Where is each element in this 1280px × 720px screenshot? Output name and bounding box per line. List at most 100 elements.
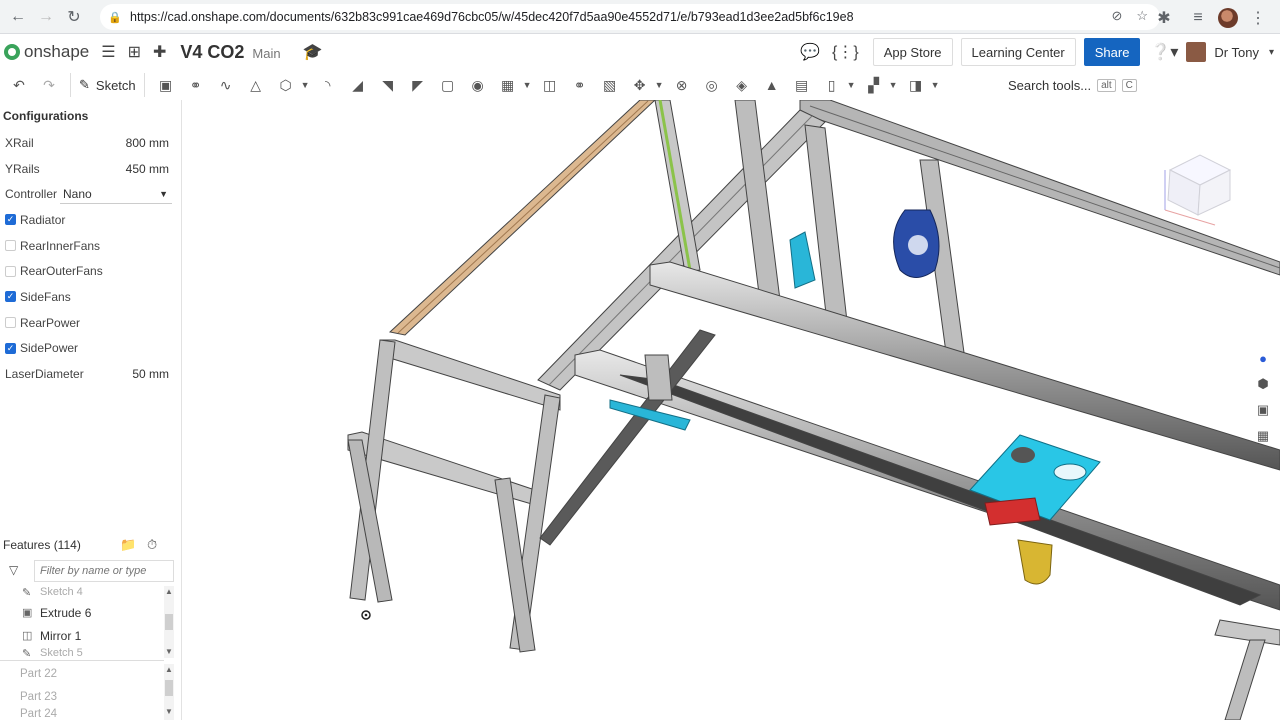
url-text[interactable]: https://cad.onshape.com/documents/632b83… [130,10,854,24]
checkbox[interactable] [5,240,16,252]
part-item[interactable]: Part 23 [0,685,164,708]
chevron-down-icon[interactable]: ▾ [1269,47,1274,58]
timer-icon[interactable]: ⏱ [147,537,157,553]
checkbox[interactable] [5,265,16,277]
model-render[interactable] [183,100,1280,720]
feature-item[interactable]: ▣ Extrude 6 [0,601,164,624]
undo-icon[interactable]: ↶ [4,73,34,97]
chevron-down-icon[interactable]: ▼ [523,80,535,90]
replace-face-icon[interactable]: ▲ [757,73,787,97]
user-avatar[interactable] [1186,42,1207,62]
mirror-icon[interactable]: ◫ [535,73,565,97]
onshape-logo[interactable]: onshape [4,42,89,62]
fillet-icon[interactable]: ◝ [313,73,343,97]
chamfer-icon[interactable]: ◢ [343,73,373,97]
search-tools-input[interactable]: Search tools... alt C [1002,73,1137,97]
config-controller[interactable]: Controller Nano ▼ [0,181,181,207]
chevron-down-icon[interactable]: ▼ [164,707,174,716]
config-option-sidepower[interactable]: ✓ SidePower [0,336,181,362]
chevron-down-icon[interactable]: ▼ [931,80,943,90]
chevron-up-icon[interactable]: ▲ [164,665,174,674]
chevron-down-icon[interactable]: ▼ [301,80,313,90]
transform-icon[interactable]: ✥ [625,73,655,97]
profile-avatar[interactable] [1218,8,1238,28]
scroll-thumb[interactable] [165,680,173,696]
split-icon[interactable]: ▧ [595,73,625,97]
redo-icon[interactable]: ↷ [34,73,64,97]
app-store-button[interactable]: App Store [872,38,953,66]
controller-select[interactable]: Nano ▼ [60,184,172,205]
hole-icon[interactable]: ◉ [463,73,493,97]
loft-icon[interactable]: △ [241,73,271,97]
shell-icon[interactable]: ▢ [433,73,463,97]
feature-item[interactable]: ✎ Sketch 4 [0,586,164,601]
graduation-cap-icon[interactable]: 🎓 [303,42,323,62]
variables-icon[interactable]: ▣ [1252,397,1274,423]
document-title[interactable]: V4 CO2 [180,42,244,63]
checkbox[interactable] [5,317,16,329]
config-value[interactable]: 450 mm [126,162,169,176]
config-option-radiator[interactable]: ✓ Radiator [0,207,181,233]
mate-connector-icon[interactable]: ▞ [859,73,889,97]
sketch-button[interactable]: ✎ Sketch [70,73,145,97]
star-icon[interactable]: ☆ [1136,8,1148,24]
address-bar[interactable]: 🔒 https://cad.onshape.com/documents/632b… [100,4,1160,30]
comment-icon[interactable]: 💬 [800,42,820,62]
config-option-rearouterfans[interactable]: RearOuterFans [0,258,181,284]
scroll-thumb[interactable] [165,614,173,630]
arrow-right-icon[interactable]: → [32,3,60,31]
checkbox[interactable]: ✓ [5,291,16,303]
appearance-icon[interactable]: ● [1252,345,1274,371]
chevron-down-icon[interactable]: ▼ [655,80,667,90]
graphics-viewport[interactable]: ● ⬢ ▣ ▦ [183,100,1280,720]
part-item[interactable]: Part 24 [0,708,164,720]
config-laserdiameter[interactable]: LaserDiameter 50 mm [0,361,181,387]
extrude-icon[interactable]: ▣ [151,73,181,97]
extension-icon[interactable]: ✱ [1150,4,1178,32]
insert-icon[interactable]: ✚ [153,42,166,62]
config-value[interactable]: 800 mm [126,136,169,150]
checkbox[interactable]: ✓ [5,342,16,354]
menu-dots-icon[interactable]: ⋮ [1244,4,1272,32]
filter-icon[interactable]: ▽ [9,563,18,577]
filter-input[interactable] [34,560,174,582]
config-yrails[interactable]: YRails 450 mm [0,156,181,182]
add-folder-icon[interactable]: 📁 [120,537,136,553]
checkbox[interactable]: ✓ [5,214,16,226]
move-face-icon[interactable]: ◈ [727,73,757,97]
feature-list-icon[interactable]: ⊞ [128,42,141,62]
share-button[interactable]: Share [1083,38,1141,66]
sweep-icon[interactable]: ∿ [211,73,241,97]
config-option-rearpower[interactable]: RearPower [0,310,181,336]
table-icon[interactable]: ▦ [1252,423,1274,449]
code-braces-icon[interactable]: {⋮} [832,42,859,62]
rib-icon[interactable]: ◤ [403,73,433,97]
learning-center-button[interactable]: Learning Center [960,38,1076,66]
reload-icon[interactable]: ↻ [60,3,88,31]
draft-icon[interactable]: ◥ [373,73,403,97]
boolean-icon[interactable]: ⚭ [565,73,595,97]
help-icon[interactable]: ❔▾ [1150,42,1178,62]
thicken-icon[interactable]: ⬡ [271,73,301,97]
branch-name[interactable]: Main [252,46,280,61]
revolve-icon[interactable]: ⚭ [181,73,211,97]
pattern-icon[interactable]: ▦ [493,73,523,97]
reading-list-icon[interactable]: ≡ [1184,4,1212,32]
config-xrail[interactable]: XRail 800 mm [0,130,181,156]
feature-item[interactable]: ✎ Sketch 5 [0,647,164,659]
user-name[interactable]: Dr Tony [1214,45,1259,60]
chevron-down-icon[interactable]: ▼ [847,80,859,90]
offset-surface-icon[interactable]: ▤ [787,73,817,97]
eye-off-icon[interactable]: ⊘ [1111,8,1122,24]
arrow-left-icon[interactable]: ← [4,3,32,31]
config-value[interactable]: 50 mm [132,367,169,381]
view-cube[interactable] [1164,154,1232,226]
hamburger-menu-icon[interactable]: ☰ [101,42,115,62]
plane-icon[interactable]: ▯ [817,73,847,97]
chevron-down-icon[interactable]: ▼ [889,80,901,90]
chevron-down-icon[interactable]: ▼ [164,647,174,656]
feature-item[interactable]: ◫ Mirror 1 [0,624,164,647]
sheet-metal-icon[interactable]: ◨ [901,73,931,97]
cube-icon[interactable]: ⬢ [1252,371,1274,397]
modify-fillet-icon[interactable]: ◎ [697,73,727,97]
